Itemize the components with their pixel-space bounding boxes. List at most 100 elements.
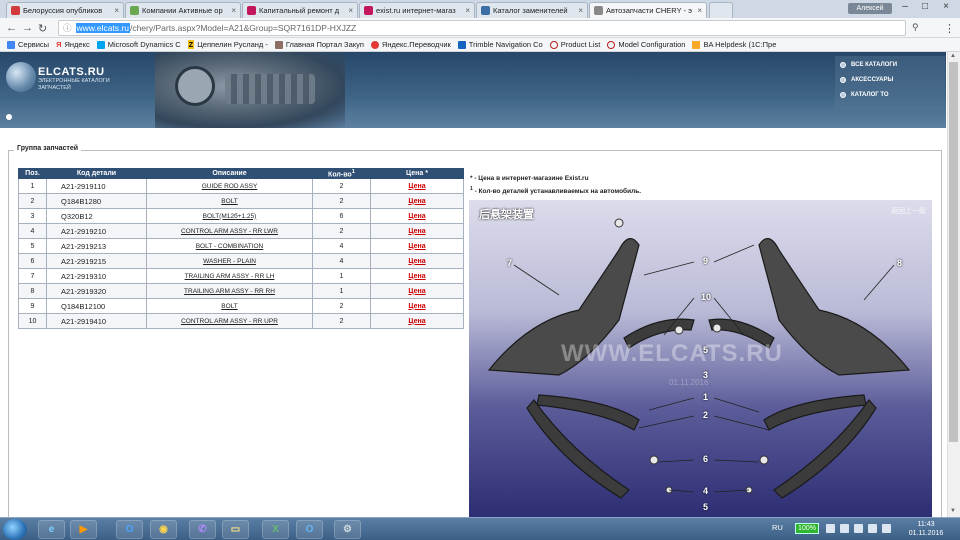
browser-tab[interactable]: Компании Активные ор × bbox=[125, 2, 241, 18]
menu-maintenance-catalog[interactable]: КАТАЛОГ ТО bbox=[840, 92, 889, 98]
price-link[interactable]: Цена bbox=[408, 183, 425, 190]
clock[interactable]: 11:43 01.11.2016 bbox=[906, 520, 946, 538]
part-description-link[interactable]: GUIDE ROD ASSY bbox=[202, 183, 258, 190]
price-link[interactable]: Цена bbox=[408, 273, 425, 280]
bookmark-item[interactable]: Сервисы bbox=[7, 40, 49, 49]
callout-label[interactable]: 9 bbox=[703, 256, 708, 266]
price-link[interactable]: Цена bbox=[408, 213, 425, 220]
page-icon bbox=[96, 40, 105, 49]
part-description-link[interactable]: TRAILING ARM ASSY - RR LH bbox=[185, 273, 275, 280]
browser-tab[interactable]: Каталог заменителей × bbox=[476, 2, 588, 18]
reload-icon[interactable]: ↻ bbox=[38, 22, 47, 35]
scroll-down-icon[interactable]: ▼ bbox=[950, 508, 956, 514]
callout-leader-line bbox=[643, 261, 695, 276]
part-description-link[interactable]: TRAILING ARM ASSY - RR RH bbox=[184, 288, 275, 295]
bookmark-item[interactable]: Главная Портал Закуп bbox=[274, 40, 364, 49]
volume-icon[interactable] bbox=[882, 524, 891, 533]
callout-label[interactable]: 10 bbox=[701, 292, 711, 302]
outlook-icon[interactable]: O bbox=[116, 520, 143, 539]
callout-label[interactable]: 6 bbox=[703, 454, 708, 464]
part-description-link[interactable]: CONTROL ARM ASSY - RR LWR bbox=[181, 228, 278, 235]
menu-icon[interactable]: ⋮ bbox=[944, 22, 955, 35]
close-icon[interactable]: × bbox=[576, 6, 583, 15]
info-icon[interactable]: ⓘ bbox=[63, 22, 72, 34]
tray-icon[interactable] bbox=[826, 524, 835, 533]
bookmark-item[interactable]: Я Яндекс bbox=[56, 40, 90, 49]
callout-label[interactable]: 1 bbox=[703, 392, 708, 402]
settings-app-icon[interactable]: ⚙ bbox=[334, 520, 361, 539]
taskbar: e ▶ O ◉ ✆ ▭ X O ⚙ RU 100% 11:43 01.11.201… bbox=[0, 517, 960, 540]
close-icon[interactable]: × bbox=[695, 6, 702, 15]
minimize-icon[interactable]: – bbox=[894, 1, 916, 12]
chrome-icon[interactable]: ◉ bbox=[150, 520, 177, 539]
media-player-icon[interactable]: ▶ bbox=[70, 520, 97, 539]
back-icon[interactable]: ← bbox=[6, 22, 17, 34]
callout-label[interactable]: 5 bbox=[703, 502, 708, 512]
bookmark-item[interactable]: Model Configuration bbox=[607, 40, 685, 49]
callout-label[interactable]: 5 bbox=[703, 345, 708, 355]
price-link[interactable]: Цена bbox=[408, 198, 425, 205]
address-bar[interactable]: ⓘ www.elcats.ru/chery/Parts.aspx?Model=A… bbox=[58, 20, 906, 36]
callout-label[interactable]: 3 bbox=[703, 370, 708, 380]
part-description-link[interactable]: BOLT bbox=[221, 198, 238, 205]
browser-tab[interactable]: exist.ru интернет-магаз × bbox=[359, 2, 475, 18]
menu-accessories[interactable]: АКСЕССУАРЫ bbox=[840, 77, 893, 83]
part-description-link[interactable]: BOLT bbox=[221, 303, 238, 310]
language-indicator[interactable]: RU bbox=[772, 523, 783, 532]
cell-pos: 2 bbox=[18, 193, 47, 210]
browser-tab[interactable]: Капитальный ремонт д × bbox=[242, 2, 358, 18]
maximize-icon[interactable]: □ bbox=[914, 1, 936, 12]
part-description-link[interactable]: WASHER - PLAIN bbox=[203, 258, 256, 265]
extension-icon[interactable]: ⚲ bbox=[912, 22, 919, 33]
callout-label[interactable]: 4 bbox=[703, 486, 708, 496]
network-icon[interactable] bbox=[868, 524, 877, 533]
bookmark-item[interactable]: Яндекс.Переводчик bbox=[370, 40, 451, 49]
bookmark-item[interactable]: Product List bbox=[549, 40, 600, 49]
part-description-link[interactable]: CONTROL ARM ASSY - RR UPR bbox=[181, 318, 278, 325]
battery-indicator[interactable]: 100% bbox=[795, 523, 819, 534]
bookmark-item[interactable]: Z Цеппелин Русланд - bbox=[187, 40, 268, 49]
bookmark-item[interactable]: Microsoft Dynamics C bbox=[96, 40, 181, 49]
tray-icon[interactable] bbox=[854, 524, 863, 533]
close-icon[interactable]: × bbox=[112, 6, 119, 15]
ie-icon[interactable]: e bbox=[38, 520, 65, 539]
price-link[interactable]: Цена bbox=[408, 318, 425, 325]
tray-icon[interactable] bbox=[840, 524, 849, 533]
navigation-bar: ← → ↻ ⓘ www.elcats.ru/chery/Parts.aspx?M… bbox=[0, 18, 960, 38]
close-icon[interactable]: × bbox=[346, 6, 353, 15]
forward-icon[interactable]: → bbox=[22, 22, 33, 34]
price-link[interactable]: Цена bbox=[408, 228, 425, 235]
callout-label[interactable]: 2 bbox=[703, 410, 708, 420]
callout-label[interactable]: 8 bbox=[897, 258, 902, 268]
folder-icon[interactable]: ▭ bbox=[222, 520, 249, 539]
price-link[interactable]: Цена bbox=[408, 243, 425, 250]
excel-icon[interactable]: X bbox=[262, 520, 289, 539]
bookmark-item[interactable]: Trimble Navigation Co bbox=[457, 40, 543, 49]
callout-label[interactable]: 7 bbox=[507, 258, 512, 268]
close-window-icon[interactable]: × bbox=[935, 1, 957, 12]
new-tab-button[interactable] bbox=[709, 2, 733, 18]
close-icon[interactable]: × bbox=[229, 6, 236, 15]
account-badge[interactable]: Алексей bbox=[848, 3, 892, 14]
price-link[interactable]: Цена bbox=[408, 258, 425, 265]
diagram-back-link[interactable]: 返回上一级 bbox=[891, 206, 926, 216]
part-description-link[interactable]: BOLT - COMBINATION bbox=[196, 243, 264, 250]
cell-price: Цена bbox=[370, 283, 464, 300]
browser-tab-active[interactable]: Автозапчасти CHERY - э × bbox=[589, 2, 707, 18]
price-link[interactable]: Цена bbox=[408, 288, 425, 295]
bookmark-item[interactable]: BA Helpdesk (1С:Пре bbox=[692, 40, 776, 49]
col-qty-header: Кол-во1 bbox=[312, 167, 371, 180]
col-code-header: Код детали bbox=[46, 167, 147, 180]
close-icon[interactable]: × bbox=[463, 6, 470, 15]
outlook-alt-icon[interactable]: O bbox=[296, 520, 323, 539]
browser-tab[interactable]: Белоруссия опубликов × bbox=[6, 2, 124, 18]
price-link[interactable]: Цена bbox=[408, 303, 425, 310]
part-description-link[interactable]: BOLT(M12б+1.25) bbox=[203, 213, 257, 220]
scroll-up-icon[interactable]: ▲ bbox=[950, 53, 956, 59]
viber-icon[interactable]: ✆ bbox=[189, 520, 216, 539]
menu-all-catalogs[interactable]: ВСЕ КАТАЛОГИ bbox=[840, 62, 897, 68]
start-button[interactable] bbox=[3, 519, 27, 540]
scrollbar-thumb[interactable] bbox=[949, 62, 958, 442]
site-logo[interactable]: ELCATS.RU bbox=[38, 66, 105, 78]
suspension-diagram[interactable]: 后悬架装置 返回上一级 WWW.ELCATS.RU 01.11.2016 7 8… bbox=[469, 200, 932, 520]
